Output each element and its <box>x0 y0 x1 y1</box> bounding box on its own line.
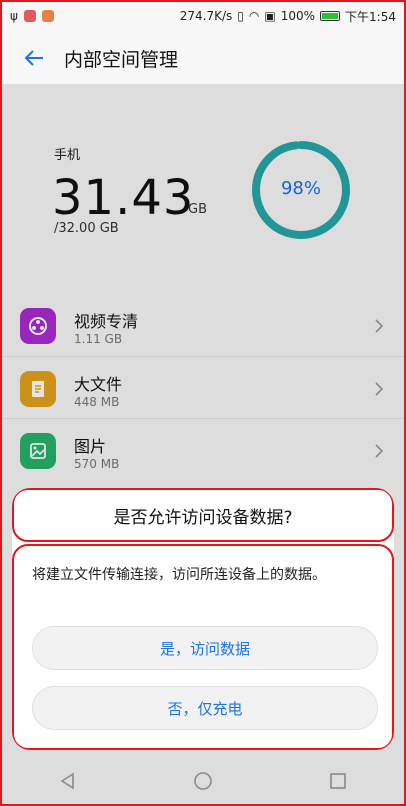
notification-app-icon <box>23 10 36 22</box>
sim-icon: ▣ <box>264 9 276 23</box>
system-nav-bar <box>0 756 406 806</box>
dialog-title: 是否允许访问设备数据? <box>12 488 394 542</box>
dialog-message: 将建立文件传输连接，访问所连设备上的数据。 <box>32 567 326 583</box>
app-bar: 内部空间管理 <box>0 32 406 84</box>
nav-back-button[interactable] <box>56 769 80 793</box>
status-right: 274.7K/s ▯ ◠ ▣ 100% 下午1:54 <box>180 8 396 25</box>
battery-percent: 100% <box>280 9 316 23</box>
vibrate-icon: ▯ <box>237 9 244 23</box>
triangle-back-icon <box>60 772 74 790</box>
page-title: 内部空间管理 <box>64 48 179 71</box>
arrow-left-icon <box>24 50 43 66</box>
nav-home-button[interactable] <box>191 769 215 793</box>
status-bar: ψ 274.7K/s ▯ ◠ ▣ 100% 下午1:54 <box>0 0 406 32</box>
clock: 下午1:54 <box>345 9 396 24</box>
status-left-icons: ψ <box>10 9 54 23</box>
nav-recents-button[interactable] <box>326 769 350 793</box>
usb-icon: ψ <box>10 9 18 23</box>
wifi-icon: ◠ <box>248 9 260 23</box>
circle-home-icon <box>194 772 212 790</box>
notification-app-icon-2 <box>41 10 54 22</box>
battery-icon <box>320 11 341 21</box>
allow-access-button[interactable]: 是，访问数据 <box>32 626 378 670</box>
charge-only-button[interactable]: 否，仅充电 <box>32 686 378 730</box>
square-recents-icon <box>330 773 347 789</box>
usb-access-dialog: 是否允许访问设备数据? 将建立文件传输连接，访问所连设备上的数据。 是，访问数据… <box>12 488 394 750</box>
dialog-body: 将建立文件传输连接，访问所连设备上的数据。 是，访问数据 否，仅充电 <box>12 544 394 750</box>
back-button[interactable] <box>22 46 46 70</box>
network-speed: 274.7K/s <box>179 9 233 23</box>
